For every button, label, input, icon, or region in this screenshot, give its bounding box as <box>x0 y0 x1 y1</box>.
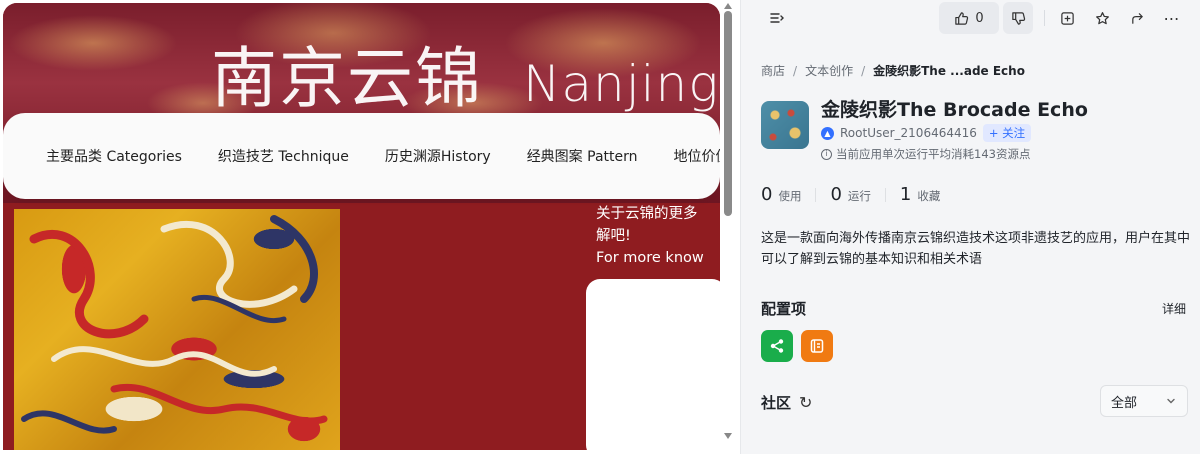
scroll-thumb[interactable] <box>724 11 732 216</box>
chevron-down-icon <box>1167 398 1175 404</box>
breadcrumb-item-text-creation[interactable]: 文本创作 <box>805 64 853 78</box>
plus-square-icon <box>1060 11 1074 25</box>
app-avatar <box>761 101 809 149</box>
stat-divider <box>884 187 886 202</box>
app-title: 金陵织影The Brocade Echo <box>821 99 1088 121</box>
info-icon: i <box>821 148 832 160</box>
workflow-icon[interactable] <box>761 330 793 362</box>
breadcrumb-separator: / <box>793 64 798 78</box>
stat-value: 0 <box>761 184 773 205</box>
like-button[interactable]: 0 <box>939 2 999 34</box>
more-dots-icon: ⋯ <box>1163 8 1181 28</box>
share-button[interactable] <box>1126 2 1148 34</box>
nav-item-technique[interactable]: 织造技艺 Technique <box>218 146 349 166</box>
community-filter-select[interactable]: 全部 <box>1100 385 1188 417</box>
brocade-dragon-image <box>14 209 340 450</box>
stat-uses: 0 使用 <box>761 184 801 205</box>
refresh-icon[interactable]: ↻ <box>799 393 812 412</box>
add-button[interactable] <box>1056 2 1078 34</box>
follow-button[interactable]: + 关注 <box>982 124 1032 142</box>
app-description: 这是一款面向海外传播南京云锦织造技术这项非遗技艺的应用，用户在其中可以了解到云锦… <box>761 231 1191 267</box>
website-preview: 南京云锦 Nanjing 主要品类 Categories 织造技艺 Techniq… <box>0 0 740 454</box>
stat-label: 使用 <box>778 189 802 203</box>
content-card <box>586 279 720 450</box>
preview-scrollbar[interactable] <box>722 3 734 450</box>
side-text-line-1: 关于云锦的更多 <box>596 206 698 222</box>
toolbar-divider <box>1044 10 1045 26</box>
stat-label: 收藏 <box>917 189 941 203</box>
author-row: ▲ RootUser_2106464416 + 关注 <box>821 124 1032 142</box>
stat-runs: 0 运行 <box>830 184 870 205</box>
app-detail-panel: 0 ⋯ 商店 / 文本创作 / 金陵织影The ...ade Echo 金陵织影The … <box>740 0 1200 454</box>
stat-label: 运行 <box>847 189 871 203</box>
more-button[interactable]: ⋯ <box>1161 2 1183 34</box>
nav-item-pattern[interactable]: 经典图案 Pattern <box>527 146 638 166</box>
top-toolbar: 0 ⋯ <box>741 0 1200 36</box>
breadcrumb: 商店 / 文本创作 / 金陵织影The ...ade Echo <box>761 62 1025 79</box>
side-text-line-3: For more know <box>596 250 704 266</box>
community-filter-value: 全部 <box>1111 395 1138 411</box>
site-nav: 主要品类 Categories 织造技艺 Technique 历史渊源Histo… <box>3 113 720 199</box>
community-title: 社区 <box>761 394 792 412</box>
nav-item-categories[interactable]: 主要品类 Categories <box>46 146 182 166</box>
favorite-button[interactable] <box>1091 2 1113 34</box>
cost-note-text: 当前应用单次运行平均消耗143资源点 <box>836 147 1031 161</box>
like-count: 0 <box>975 10 984 26</box>
author-name[interactable]: RootUser_2106464416 <box>840 126 977 140</box>
stat-value: 0 <box>830 184 842 205</box>
community-row: 社区 ↻ <box>761 392 812 413</box>
scroll-down-arrow-icon[interactable] <box>724 433 732 439</box>
thumbs-up-icon <box>955 11 969 25</box>
share-icon <box>1131 12 1143 24</box>
stat-divider <box>815 187 817 202</box>
dislike-button[interactable] <box>1003 2 1033 34</box>
preview-frame: 南京云锦 Nanjing 主要品类 Categories 织造技艺 Techniq… <box>3 3 720 450</box>
collapse-menu-icon <box>770 13 784 23</box>
nav-item-value[interactable]: 地位价值 <box>674 146 720 166</box>
scroll-up-arrow-icon[interactable] <box>724 3 732 9</box>
hero-title-en: Nanjing <box>523 55 720 113</box>
thumbs-down-icon <box>1011 11 1025 25</box>
breadcrumb-current: 金陵织影The ...ade Echo <box>873 64 1025 78</box>
breadcrumb-item-store[interactable]: 商店 <box>761 64 785 78</box>
side-intro-text: 关于云锦的更多 解吧! For more know <box>596 203 716 269</box>
cost-note: i 当前应用单次运行平均消耗143资源点 <box>821 146 1030 162</box>
star-icon <box>1095 11 1109 24</box>
verified-badge-icon: ▲ <box>821 126 834 140</box>
side-text-line-2: 解吧! <box>596 228 631 244</box>
hero-title-zh: 南京云锦 <box>211 40 483 117</box>
stat-favorites: 1 收藏 <box>900 184 940 205</box>
nav-item-history[interactable]: 历史渊源History <box>385 146 491 166</box>
stat-value: 1 <box>899 184 912 205</box>
breadcrumb-separator: / <box>861 64 866 78</box>
hero-title: 南京云锦 Nanjing <box>211 25 719 121</box>
stats-row: 0 使用 0 运行 1 收藏 <box>761 184 940 205</box>
config-detail-link[interactable]: 详细 <box>1162 300 1186 317</box>
knowledge-icon[interactable] <box>801 330 833 362</box>
config-section-title: 配置项 <box>761 300 807 318</box>
collapse-menu-button[interactable] <box>767 2 787 34</box>
